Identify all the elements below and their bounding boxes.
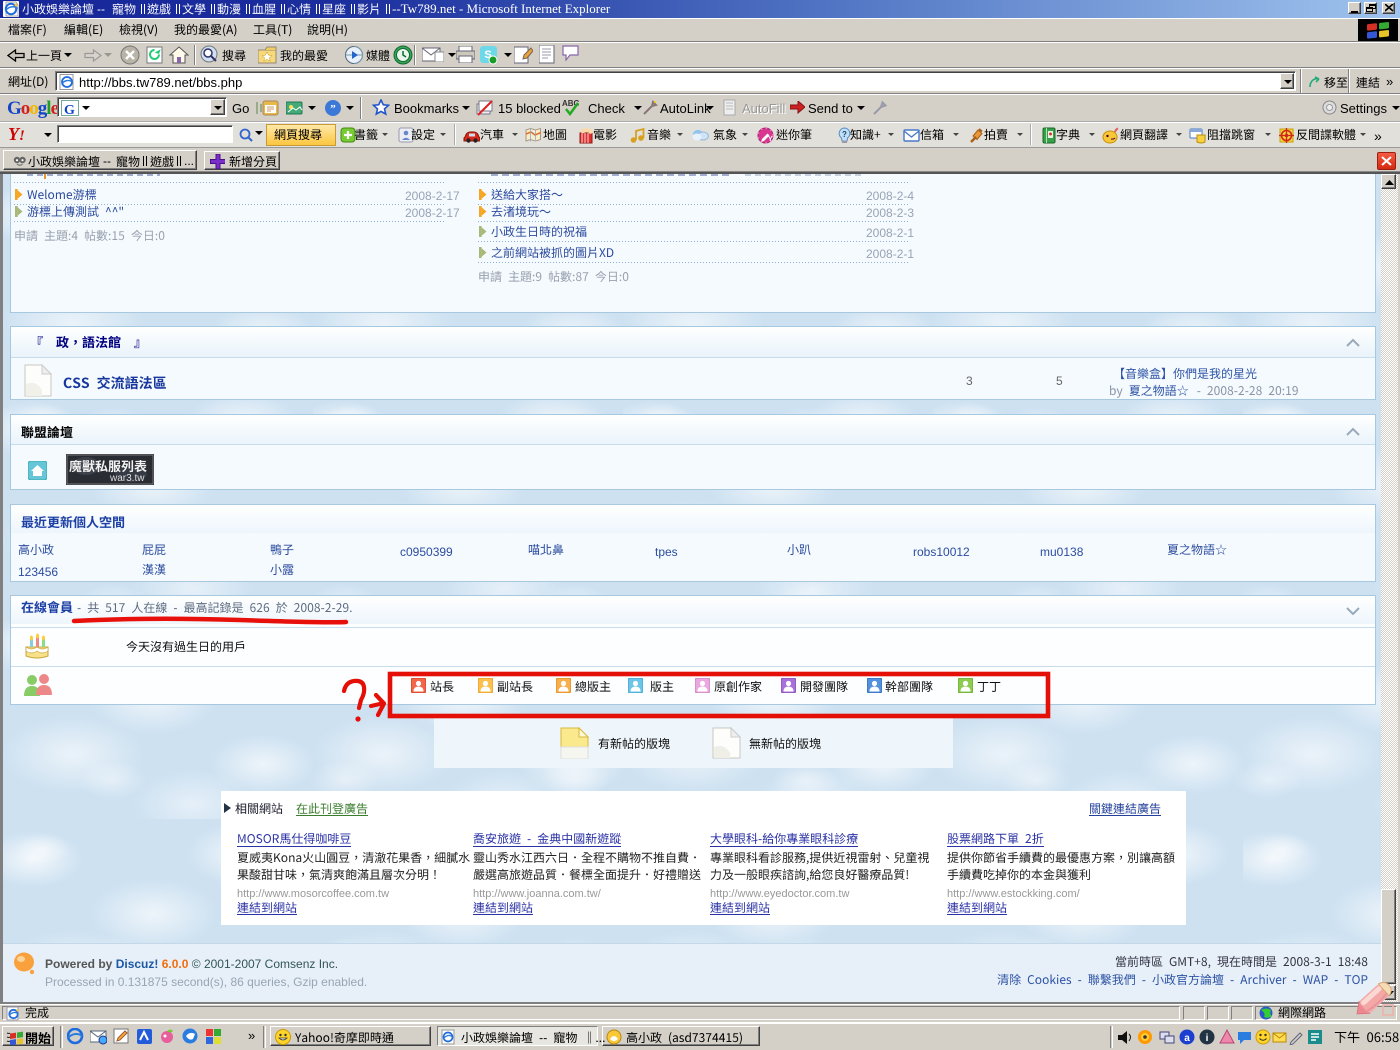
svg-text:a: a bbox=[1184, 1033, 1190, 1044]
svg-text:”: ” bbox=[330, 103, 336, 115]
svg-text:?: ? bbox=[842, 130, 847, 139]
svg-text:Y: Y bbox=[768, 136, 773, 143]
svg-text:i: i bbox=[1206, 1033, 1209, 1044]
